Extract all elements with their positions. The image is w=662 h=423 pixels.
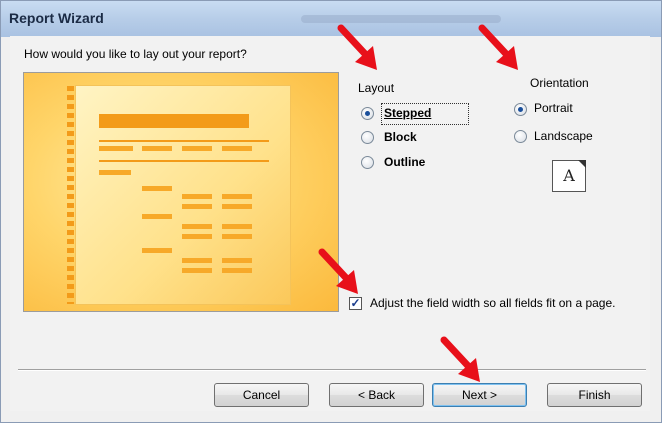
layout-stepped-radio[interactable] bbox=[361, 107, 374, 120]
preview-detail bbox=[222, 194, 252, 199]
orientation-landscape-radio[interactable] bbox=[514, 130, 527, 143]
back-button[interactable]: < Back bbox=[329, 383, 424, 407]
preview-detail bbox=[222, 268, 252, 273]
preview-title-bar bbox=[99, 114, 249, 128]
preview-group-field bbox=[142, 214, 172, 219]
title-bar-blur bbox=[301, 15, 501, 23]
preview-group-field bbox=[142, 186, 172, 191]
preview-header-line bbox=[99, 140, 269, 142]
layout-outline-label[interactable]: Outline bbox=[384, 155, 425, 169]
layout-preview-image bbox=[23, 72, 339, 312]
layout-block-radio[interactable] bbox=[361, 131, 374, 144]
portrait-page-icon: A bbox=[552, 160, 586, 192]
cancel-button[interactable]: Cancel bbox=[214, 383, 309, 407]
title-bar: Report Wizard bbox=[1, 1, 661, 37]
layout-block-label[interactable]: Block bbox=[384, 130, 417, 144]
preview-detail bbox=[182, 258, 212, 263]
layout-outline-radio[interactable] bbox=[361, 156, 374, 169]
preview-detail bbox=[182, 194, 212, 199]
wizard-question: How would you like to lay out your repor… bbox=[24, 47, 247, 61]
button-separator bbox=[18, 369, 646, 371]
preview-group-field bbox=[99, 170, 131, 175]
preview-detail bbox=[222, 224, 252, 229]
annotation-arrow-next-icon bbox=[440, 336, 480, 382]
preview-detail bbox=[222, 204, 252, 209]
preview-header-field bbox=[142, 146, 172, 151]
preview-detail bbox=[182, 204, 212, 209]
preview-detail bbox=[222, 258, 252, 263]
preview-header-field bbox=[182, 146, 212, 151]
preview-header-field bbox=[99, 146, 133, 151]
window-title: Report Wizard bbox=[9, 10, 104, 26]
orientation-portrait-radio[interactable] bbox=[514, 103, 527, 116]
preview-header-field bbox=[222, 146, 252, 151]
preview-detail bbox=[222, 234, 252, 239]
preview-binding-edge bbox=[67, 86, 74, 304]
adjust-width-label[interactable]: Adjust the field width so all fields fit… bbox=[370, 295, 640, 312]
annotation-arrow-checkbox-icon bbox=[318, 248, 358, 294]
preview-detail bbox=[182, 268, 212, 273]
preview-page bbox=[67, 85, 291, 305]
preview-group-field bbox=[142, 248, 172, 253]
finish-button[interactable]: Finish bbox=[547, 383, 642, 407]
orientation-portrait-label[interactable]: Portrait bbox=[534, 101, 573, 115]
orientation-group-label: Orientation bbox=[530, 76, 589, 90]
preview-header-line bbox=[99, 160, 269, 162]
annotation-arrow-layout-icon bbox=[337, 24, 377, 70]
layout-stepped-label[interactable]: Stepped bbox=[384, 106, 431, 120]
preview-detail bbox=[182, 234, 212, 239]
preview-detail bbox=[182, 224, 212, 229]
annotation-arrow-orientation-icon bbox=[478, 24, 518, 70]
orientation-landscape-label[interactable]: Landscape bbox=[534, 129, 593, 143]
layout-group-label: Layout bbox=[358, 81, 395, 95]
